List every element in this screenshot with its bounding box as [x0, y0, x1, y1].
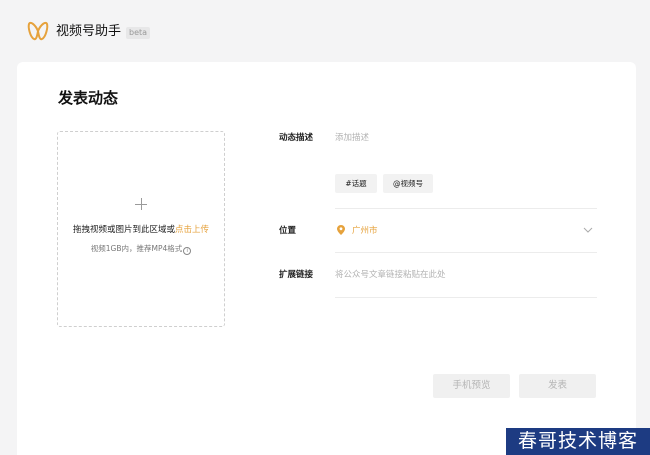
upload-dropzone[interactable]: 拖拽视频或图片到此区域或点击上传 视频1GB内，推荐MP4格式 i	[57, 131, 225, 327]
info-icon[interactable]: i	[183, 247, 192, 255]
upload-requirements-text: 视频1GB内，推荐MP4格式	[90, 244, 183, 253]
beta-badge: beta	[126, 27, 151, 39]
description-input[interactable]: 添加描述	[335, 132, 369, 144]
link-input[interactable]: 将公众号文章链接粘贴在此处	[335, 269, 446, 281]
upload-requirements: 视频1GB内，推荐MP4格式 i	[58, 243, 224, 255]
page-title: 发表动态	[58, 89, 119, 107]
location-value[interactable]: 广州市	[352, 225, 378, 237]
plus-icon	[135, 198, 147, 210]
divider	[335, 208, 597, 209]
upload-hint-text: 拖拽视频或图片到此区域或	[72, 225, 175, 235]
app-title: 视频号助手	[56, 24, 122, 39]
butterfly-logo-icon	[27, 21, 49, 41]
topic-tag-button[interactable]: #话题	[335, 174, 377, 193]
location-pin-icon	[337, 225, 345, 235]
chevron-down-icon[interactable]	[583, 226, 593, 234]
link-label: 扩展链接	[279, 270, 314, 280]
watermark: 春哥技术博客	[506, 428, 650, 455]
divider	[335, 297, 597, 298]
publish-card: 发表动态 拖拽视频或图片到此区域或点击上传 视频1GB内，推荐MP4格式 i 动态…	[17, 62, 636, 455]
description-label: 动态描述	[279, 133, 314, 143]
upload-hint: 拖拽视频或图片到此区域或点击上传	[58, 224, 224, 236]
top-bar: 视频号助手 beta	[0, 0, 650, 62]
location-label: 位置	[279, 226, 297, 236]
mention-tag-button[interactable]: @视频号	[383, 174, 433, 193]
publish-button[interactable]: 发表	[519, 374, 596, 398]
divider	[335, 252, 597, 253]
upload-click-link[interactable]: 点击上传	[175, 225, 209, 235]
phone-preview-button[interactable]: 手机预览	[433, 374, 510, 398]
